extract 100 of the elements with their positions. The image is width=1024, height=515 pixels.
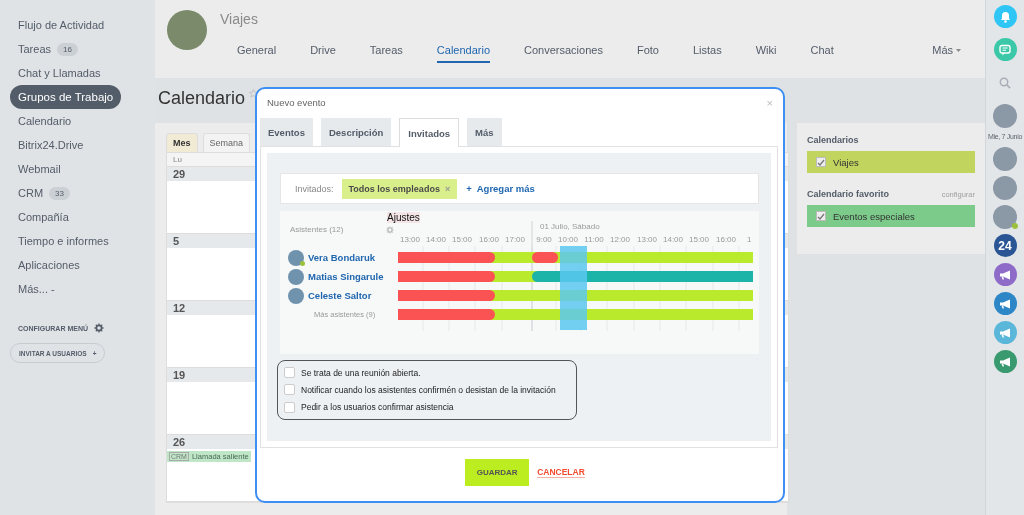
section-title: Calendarios (807, 135, 860, 145)
chat-icon (999, 43, 1011, 56)
megaphone-icon (998, 269, 1012, 280)
time-label: 14:00 (663, 235, 683, 244)
group-tab[interactable]: Wiki (755, 40, 777, 63)
group-tab[interactable]: Conversaciones (524, 40, 603, 63)
checkmark-icon (817, 212, 825, 220)
invitees-field[interactable]: Invitados: Todos los empleados × + Agregar más (280, 173, 759, 204)
view-tab[interactable]: Semana (202, 133, 251, 152)
time-label: 13:00 (637, 235, 657, 244)
group-tab[interactable]: General (237, 40, 277, 63)
sidebar-item[interactable]: Compañía (10, 205, 77, 229)
bell-icon (999, 10, 1011, 23)
calendar-label: Eventos especiales (833, 210, 915, 222)
attendee-name[interactable]: Vera Bondaruk (308, 252, 376, 263)
time-label: 12:00 (610, 235, 630, 244)
online-status-dot (300, 260, 305, 266)
attendee-name[interactable]: Matias Singarule (308, 271, 384, 282)
date-label: 01 Julio, Sábado (540, 222, 600, 231)
time-label: 11:00 (584, 235, 604, 244)
time-label: 15:00 (452, 235, 472, 244)
dialog-tab[interactable]: Más (467, 118, 502, 146)
megaphone-icon (998, 298, 1012, 309)
checkbox-label: Pedir a los usuarios confirmar asistencia (301, 402, 454, 413)
avatar[interactable] (993, 146, 1017, 171)
checkbox[interactable] (284, 367, 295, 379)
megaphone-icon (998, 327, 1012, 338)
sidebar-item[interactable]: Más... - (10, 277, 63, 301)
attendee-name[interactable]: Celeste Saltor (308, 290, 372, 301)
megaphone-button[interactable] (993, 350, 1017, 373)
cancel-link[interactable]: CANCELAR (537, 467, 585, 478)
time-label: 13:00 (400, 235, 420, 244)
dialog-title: Nuevo evento (267, 97, 326, 108)
time-label: 17:00 (505, 235, 525, 244)
online-status-dot (1012, 222, 1018, 229)
group-tab[interactable]: Listas (692, 40, 722, 63)
time-label: 10:00 (558, 235, 578, 244)
field-label: Invitados: (295, 183, 334, 194)
page-title: Calendario (158, 88, 246, 109)
time-selection-handle[interactable] (560, 246, 587, 330)
time-label: 14:00 (426, 235, 446, 244)
add-more-link[interactable]: + Agregar más (466, 183, 535, 194)
checkbox[interactable] (816, 211, 826, 221)
settings-icon[interactable] (386, 226, 394, 234)
sidebar-item[interactable]: Tiempo e informes (10, 229, 117, 253)
megaphone-button[interactable] (993, 292, 1017, 315)
checkbox-label: Se trata de una reunión abierta. (301, 367, 421, 378)
count-badge: 33 (49, 186, 70, 200)
notifications-button[interactable] (993, 5, 1017, 28)
time-label: 1 (747, 235, 752, 244)
avatar[interactable] (993, 204, 1017, 229)
invitee-tag[interactable]: Todos los empleados × (341, 178, 458, 199)
calendar-label: Viajes (833, 156, 859, 168)
group-tab[interactable]: Chat (810, 40, 834, 63)
avatar[interactable] (993, 103, 1017, 128)
time-label: 16:00 (716, 235, 736, 244)
group-tab[interactable]: Drive (310, 40, 336, 63)
checkmark-icon (817, 158, 825, 166)
time-label: 15:00 (689, 235, 709, 244)
attendees-count: Asistentes (12) (290, 225, 344, 234)
avatar[interactable] (993, 175, 1017, 200)
count-badge: 16 (57, 42, 78, 56)
group-title: Viajes (220, 11, 258, 27)
sidebar-item[interactable]: Aplicaciones (10, 253, 88, 277)
time-label: 16:00 (479, 235, 499, 244)
sidebar-item[interactable]: Chat y Llamadas (10, 61, 109, 85)
counter-button[interactable]: 24 (993, 234, 1017, 257)
sidebar-item[interactable]: Calendario (10, 109, 80, 133)
group-tab[interactable]: Calendario (436, 40, 491, 63)
sidebar-item[interactable]: Tareas 16 (10, 37, 86, 61)
chat-button[interactable] (993, 38, 1017, 61)
save-button[interactable]: GUARDAR (465, 459, 530, 486)
megaphone-button[interactable] (993, 263, 1017, 286)
sidebar-item[interactable]: Bitrix24.Drive (10, 133, 92, 157)
checkbox[interactable] (816, 157, 826, 167)
calendar-item[interactable]: Viajes (807, 151, 975, 173)
time-label: 9:00 (536, 235, 552, 244)
more-tab[interactable]: Más (932, 40, 961, 63)
section-title: Calendario favorito (807, 189, 889, 199)
checkbox[interactable] (284, 384, 295, 396)
sidebar-item[interactable]: Grupos de Trabajo (10, 85, 122, 109)
group-tab[interactable]: Tareas (369, 40, 403, 63)
sidebar-item[interactable]: Flujo de Actividad (10, 13, 113, 37)
megaphone-button[interactable] (993, 321, 1017, 344)
calendar-item[interactable]: Eventos especiales (807, 205, 975, 227)
settings-icon (94, 323, 104, 333)
search-icon[interactable] (999, 76, 1011, 89)
sidebar-item[interactable]: Webmail (10, 157, 69, 181)
checkbox-label: Notificar cuando los asistentes confirmén o desistan de la invitación (301, 385, 556, 395)
dialog-tab[interactable]: Eventos (260, 118, 313, 146)
sidebar-item-label: Tareas (18, 43, 52, 55)
checkbox[interactable] (284, 401, 295, 413)
group-photo-placeholder (167, 10, 207, 50)
dialog-tab[interactable]: Invitados (399, 118, 460, 147)
megaphone-icon (998, 356, 1012, 367)
settings-label: Ajustes (387, 212, 420, 223)
group-tab[interactable]: Foto (636, 40, 659, 63)
sidebar-item[interactable]: CRM 33 (10, 181, 78, 205)
dialog-tab[interactable]: Descripción (320, 118, 392, 146)
view-tab[interactable]: Mes (166, 133, 198, 152)
